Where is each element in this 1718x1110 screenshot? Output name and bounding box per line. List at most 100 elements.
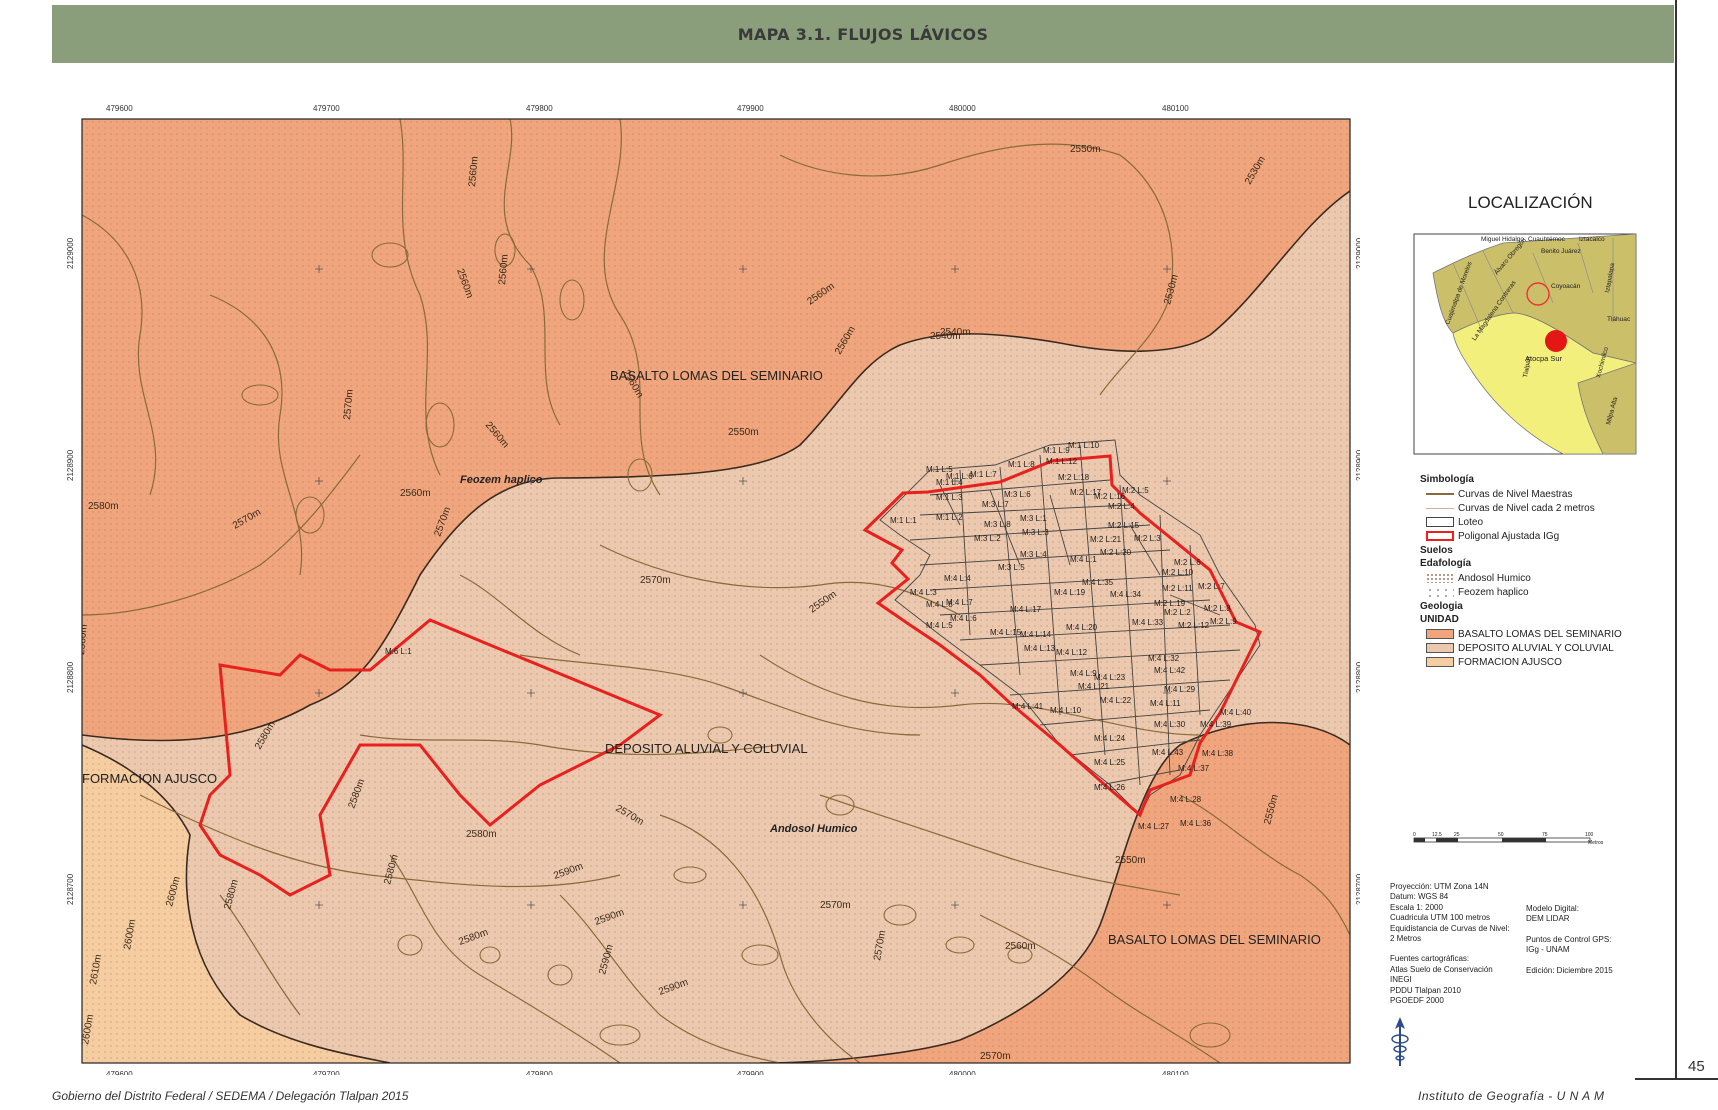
lot-label: M:2 L:7 <box>1198 582 1225 591</box>
lot-label: M:2 L:15 <box>1108 521 1140 530</box>
lot-label: M:2 L:4 <box>1108 502 1135 511</box>
page-divider <box>1635 1078 1718 1080</box>
lot-label: M:3 L:2 <box>974 534 1001 543</box>
legend-label: FORMACION AJUSCO <box>1458 656 1562 668</box>
coord-label: 2128800 <box>1355 661 1360 693</box>
lot-label: M:4 L:25 <box>1094 758 1126 767</box>
contour-label: 2560m <box>400 488 431 499</box>
page-divider <box>1675 0 1677 1078</box>
contour-label: 2580m <box>466 829 497 840</box>
lot-label: M:4 L:43 <box>1152 748 1184 757</box>
lot-label: M:4 L:11 <box>1150 699 1181 708</box>
legend-item: FORMACION AJUSCO <box>1420 655 1670 669</box>
lot-label: M:1 L:10 <box>1068 441 1100 450</box>
coord-label: 2128700 <box>66 873 75 905</box>
contour-label: 2570m <box>980 1051 1011 1062</box>
lot-label: M:4 L:12 <box>1056 648 1088 657</box>
legend-label: BASALTO LOMAS DEL SEMINARIO <box>1458 628 1622 640</box>
coord-label: 2128900 <box>66 449 75 481</box>
lot-label: M:4 L:35 <box>1082 578 1114 587</box>
lot-label: M:4 L:33 <box>1132 618 1164 627</box>
lot-label: M:4 L:10 <box>1050 706 1082 715</box>
lot-label: M:2 L:10 <box>1162 568 1194 577</box>
legend-label: Feozem haplico <box>1458 586 1529 598</box>
legend-label: DEPOSITO ALUVIAL Y COLUVIAL <box>1458 642 1614 654</box>
soil-label: Feozem haplico <box>460 474 543 486</box>
lot-swatch <box>1426 517 1454 527</box>
legend-subtitle: UNIDAD <box>1420 614 1459 625</box>
coord-label: 2129000 <box>66 237 75 269</box>
lot-label: M:4 L:28 <box>1170 795 1202 804</box>
lot-label: M:4 L:13 <box>1024 644 1056 653</box>
info-line: IGg - UNAM <box>1526 945 1570 955</box>
info-line: Escala 1: 2000 <box>1390 902 1443 912</box>
coord-label: 479600 <box>106 1070 133 1075</box>
info-line: Puntos de Control GPS: <box>1526 934 1612 944</box>
soil-label: Andosol Humico <box>769 823 858 835</box>
lot-label: M:2 L:19 <box>1154 599 1186 608</box>
inset-label: Cuauhtémoc <box>1528 236 1566 243</box>
lot-label: M:2 L:3 <box>1134 534 1161 543</box>
lot-label: M:3 L:1 <box>1020 514 1047 523</box>
lot-label: M:1 L:2 <box>936 513 963 522</box>
contour-minor-swatch <box>1426 507 1454 509</box>
lot-label: M:4 L:34 <box>1110 590 1142 599</box>
legend-subtitle: Geologia <box>1420 601 1463 612</box>
lot-label: M:4 L:39 <box>1200 720 1232 729</box>
lot-label: M:4 L:23 <box>1094 673 1126 682</box>
coord-label: 2128900 <box>1355 449 1360 481</box>
lot-label: M:4 L:4 <box>944 574 971 583</box>
lot-label: M:2 L:5 <box>1122 486 1149 495</box>
footer-left: Gobierno del Distrito Federal / SEDEMA /… <box>52 1089 409 1103</box>
soil-texture <box>82 119 1350 1063</box>
contour-label: 2550m <box>728 427 759 438</box>
contour-label: 2540m <box>930 331 961 342</box>
polygon-swatch <box>1426 531 1454 541</box>
legend-label: Poligonal Ajustada IGg <box>1458 530 1560 542</box>
geology-map: 479600 479700 479800 479900 480000 48010… <box>66 104 1360 1075</box>
scale-tick: 50 <box>1498 832 1504 838</box>
coord-label: 2128800 <box>66 661 75 693</box>
lot-label: M:2 L:21 <box>1090 535 1122 544</box>
lot-label: M:4 L:14 <box>1020 630 1052 639</box>
basalto-swatch <box>1426 629 1454 639</box>
inset-label: Coyoacán <box>1551 283 1581 290</box>
coord-label: 2129000 <box>1355 237 1360 269</box>
lot-label: M:1 L:1 <box>890 516 917 525</box>
legend-item: Curvas de Nivel Maestras <box>1420 487 1670 501</box>
andosol-swatch <box>1426 573 1454 583</box>
info-line: Modelo Digital: <box>1526 904 1579 913</box>
lot-label: M:3 L:7 <box>982 500 1009 509</box>
ajusco-swatch <box>1426 657 1454 667</box>
legend-label: Curvas de Nivel Maestras <box>1458 488 1573 500</box>
lot-label: M:4 L:37 <box>1178 764 1210 773</box>
info-line: DEM LIDAR <box>1526 914 1570 924</box>
location-title: LOCALIZACIÓN <box>1468 193 1593 212</box>
lot-label: M:2 L:8 <box>1204 604 1231 613</box>
coord-label: 2128700 <box>1355 873 1360 905</box>
scale-bar: 0 12.5 25 50 75 100 Metros <box>1413 832 1604 846</box>
footer-right: Instituto de Geografía - U N A M <box>1418 1089 1605 1103</box>
legend-label: Loteo <box>1458 516 1484 528</box>
coord-label: 480100 <box>1162 1070 1189 1075</box>
legend-subtitle: Suelos <box>1420 545 1453 556</box>
legend-label: Andosol Humico <box>1458 572 1531 584</box>
legend: Simbología Curvas de Nivel Maestras Curv… <box>1420 472 1670 669</box>
lot-label: M:1 L:3 <box>936 493 963 502</box>
coord-label: 480000 <box>949 1070 976 1075</box>
scale-unit: Metros <box>1588 840 1604 846</box>
lot-label: M:4 L:42 <box>1154 666 1186 675</box>
lot-label: M:2 L:11 <box>1162 584 1193 593</box>
lot-label: M:3 L:8 <box>984 520 1011 529</box>
scale-tick: 25 <box>1454 832 1460 838</box>
lot-label: M:4 L:41 <box>1012 702 1044 711</box>
legend-item: Poligonal Ajustada IGg <box>1420 529 1670 543</box>
lot-label: M:4 L:19 <box>1054 588 1086 597</box>
lot-label: M:3 L:4 <box>1020 550 1047 559</box>
map-title: MAPA 3.1. FLUJOS LÁVICOS <box>737 24 989 44</box>
coord-label: 479800 <box>526 104 553 113</box>
info-line <box>1526 956 1613 966</box>
info-line: INEGI <box>1390 975 1412 985</box>
page-number: 45 <box>1688 1058 1705 1075</box>
lot-label: M:4 L:26 <box>1094 783 1126 792</box>
